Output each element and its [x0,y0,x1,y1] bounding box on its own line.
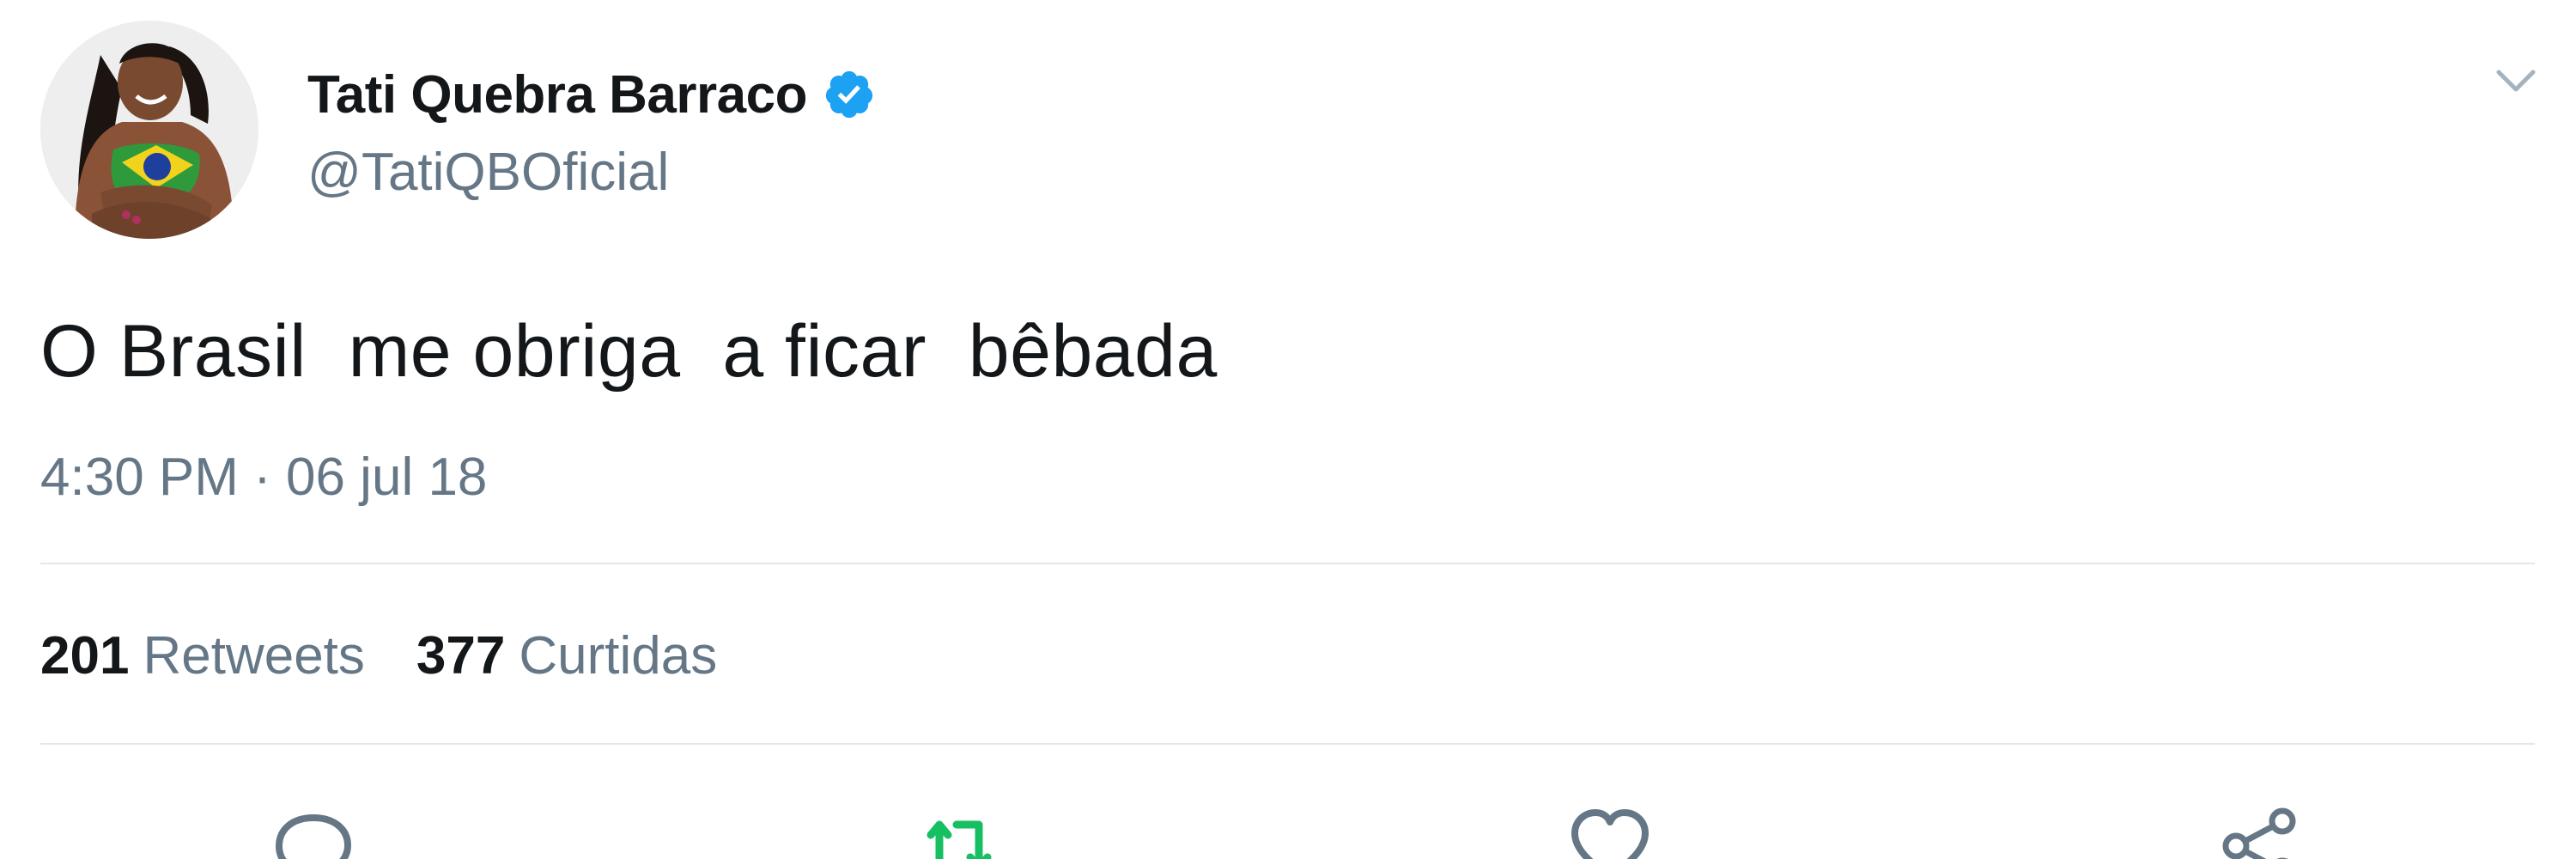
share-icon [2222,807,2296,859]
tweet-text: O Brasil me obriga a ficar bêbada [40,310,1218,393]
avatar[interactable] [40,21,258,239]
user-handle[interactable]: @TatiQBOficial [307,142,669,203]
divider [40,563,2535,564]
avatar-image [40,21,258,239]
likes-count: 377 [416,626,506,685]
tweet-timestamp[interactable]: 4:30 PM · 06 jul 18 [40,447,487,508]
share-button[interactable] [2212,799,2306,859]
verified-badge-icon [825,70,873,119]
like-button[interactable] [1563,799,1657,859]
divider [40,743,2535,745]
retweets-label: Retweets [143,626,365,685]
display-name[interactable]: Tati Quebra Barraco [307,64,807,125]
chevron-down-icon[interactable] [2490,60,2542,103]
author-name-row[interactable]: Tati Quebra Barraco [307,60,876,129]
retweets-stat[interactable]: 201 Retweets [40,625,365,686]
retweet-button[interactable] [912,799,1006,859]
heart-icon [1571,809,1649,859]
tweet-stats: 201 Retweets 377 Curtidas [40,625,717,686]
reply-button[interactable] [266,799,361,859]
reply-icon [276,814,351,859]
retweet-icon [927,820,992,859]
likes-stat[interactable]: 377 Curtidas [416,625,717,686]
tweet-card: Tati Quebra Barraco @TatiQBOficial O Bra… [0,0,2576,859]
likes-label: Curtidas [519,626,718,685]
retweets-count: 201 [40,626,130,685]
